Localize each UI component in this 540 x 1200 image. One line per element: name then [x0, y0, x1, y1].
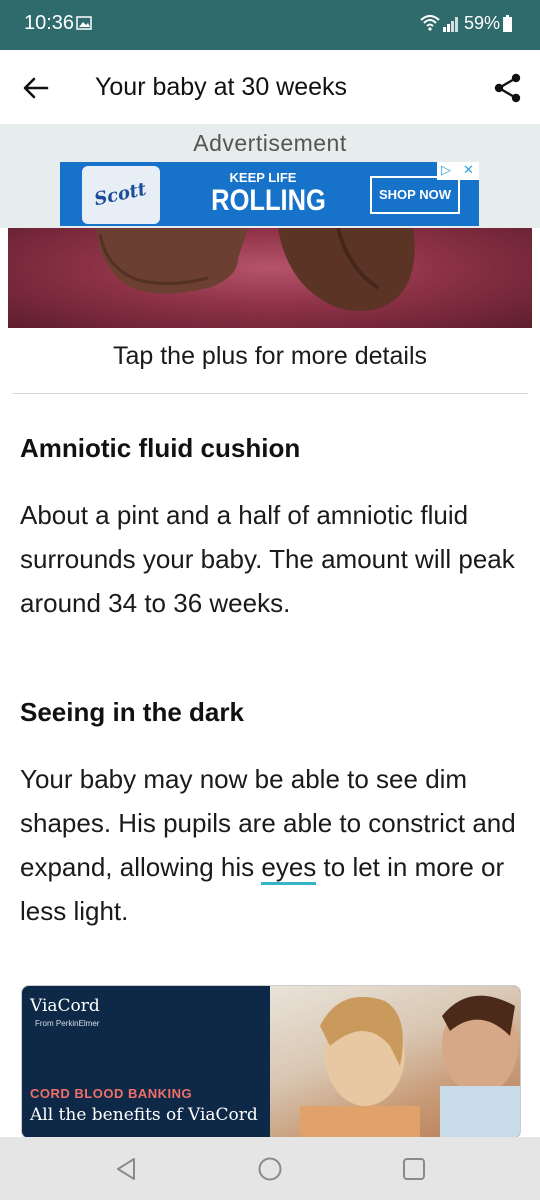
couple-photo: [300, 995, 520, 1138]
battery-percent: 59%: [464, 13, 501, 33]
section-body: About a pint and a half of amniotic flui…: [20, 500, 515, 618]
ad-container-top: Advertisement Scott KEEP LIFE ROLLING SH…: [0, 124, 540, 228]
ad-choices[interactable]: ▷ ✕: [437, 162, 479, 180]
section-heading: Seeing in the dark: [20, 697, 244, 727]
battery-icon: [503, 15, 512, 32]
arrow-left-icon[interactable]: [22, 74, 50, 102]
wifi-icon: [420, 15, 440, 31]
ad-photo: [270, 986, 520, 1138]
ad-brand: ViaCord: [30, 996, 100, 1016]
ad-tagline-big: ROLLING: [211, 184, 326, 217]
status-time: 10:36: [24, 12, 75, 34]
share-icon[interactable]: [494, 73, 522, 103]
ad-banner-bottom[interactable]: ViaCord From PerkinElmer CORD BLOOD BANK…: [21, 985, 521, 1139]
eyes-link[interactable]: eyes: [261, 852, 317, 885]
ad-banner[interactable]: Scott KEEP LIFE ROLLING SHOP NOW ▷ ✕: [60, 162, 479, 226]
home-circle-icon[interactable]: [256, 1155, 284, 1183]
ad-body: All the benefits of ViaCord: [30, 1105, 258, 1125]
recents-square-icon[interactable]: [400, 1155, 428, 1183]
image-icon: [76, 16, 92, 30]
system-nav-bar: [0, 1137, 540, 1200]
ad-close-icon[interactable]: ✕: [463, 162, 474, 178]
divider: [12, 393, 528, 394]
hero-caption: Tap the plus for more details: [112, 342, 428, 370]
status-bar: 10:36 59%: [0, 0, 540, 50]
page-title: Your baby at 30 weeks: [95, 73, 348, 101]
back-triangle-icon[interactable]: [112, 1155, 140, 1183]
ad-brand-sub: From PerkinElmer: [35, 1019, 100, 1028]
ad-label: Advertisement: [193, 130, 347, 156]
section-heading: Amniotic fluid cushion: [20, 433, 301, 463]
section-body: Your baby may now be able to see dim sha…: [20, 757, 520, 933]
ad-choices-icon[interactable]: ▷: [441, 162, 451, 178]
ad-tagline-small: KEEP LIFE: [229, 170, 297, 185]
fetus-image: [96, 228, 415, 311]
shop-now-button[interactable]: SHOP NOW: [370, 176, 460, 214]
ad-headline: CORD BLOOD BANKING: [30, 1086, 193, 1101]
fetus-illustration: [8, 228, 532, 328]
app-bar: Your baby at 30 weeks: [0, 50, 540, 124]
signal-icon: [443, 17, 458, 32]
